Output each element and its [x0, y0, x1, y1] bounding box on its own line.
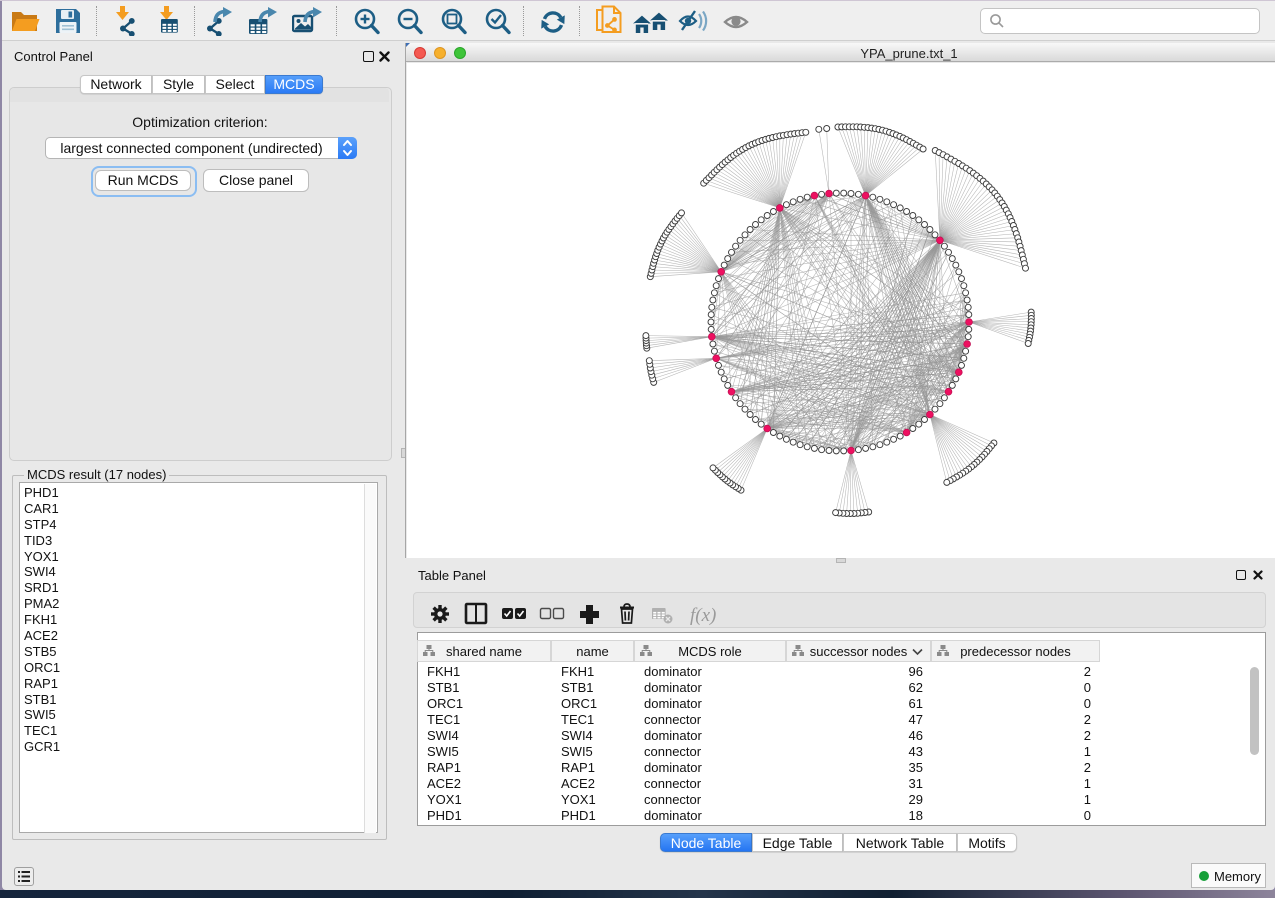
svg-text:f(x): f(x) [690, 605, 716, 626]
